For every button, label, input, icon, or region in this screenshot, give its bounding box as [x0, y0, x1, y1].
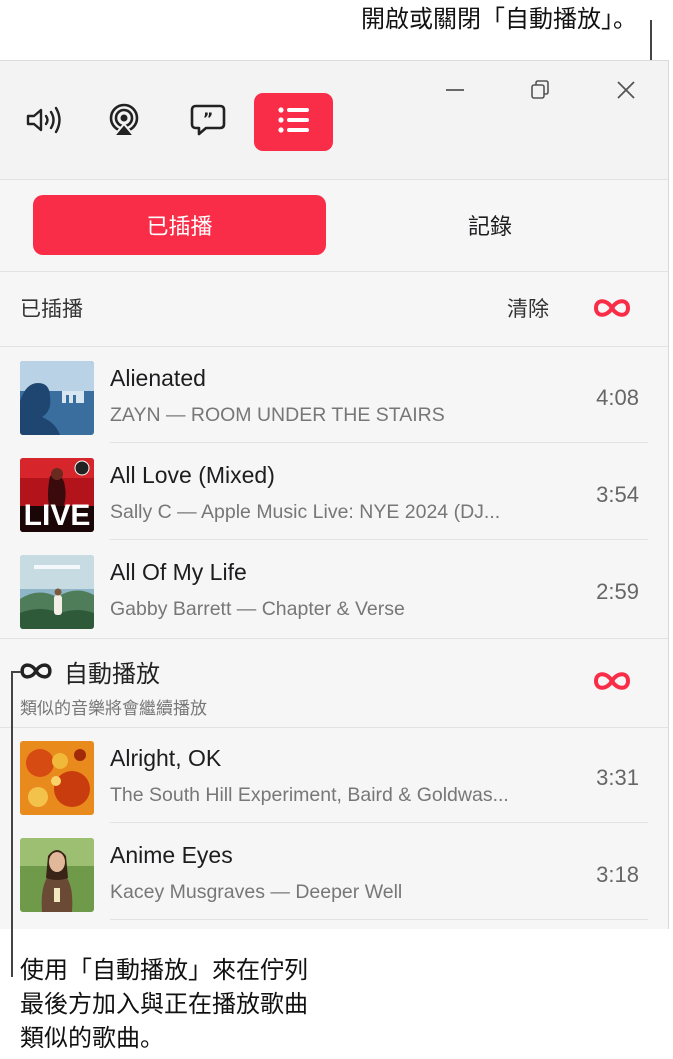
volume-button[interactable] — [14, 93, 74, 151]
airplay-button[interactable] — [94, 93, 154, 151]
tab-playing-next[interactable]: 已插播 — [33, 195, 326, 255]
infinity-icon — [592, 672, 632, 700]
album-art — [20, 741, 94, 815]
track-duration: 3:31 — [596, 765, 639, 790]
track-duration: 3:18 — [596, 862, 639, 887]
close-button[interactable] — [611, 77, 641, 107]
speaker-volume-icon — [24, 105, 64, 140]
track-title: Alienated — [110, 365, 206, 391]
divider — [110, 539, 648, 540]
playing-next-button[interactable] — [254, 93, 333, 151]
infinity-icon — [592, 299, 632, 327]
track-artist-album: The South Hill Experiment, Baird & Goldw… — [110, 784, 509, 806]
divider — [0, 271, 668, 272]
divider — [110, 442, 648, 443]
playing-next-list-icon — [276, 105, 312, 140]
track-artist-album: Kacey Musgraves — Deeper Well — [110, 881, 403, 903]
album-art — [20, 838, 94, 912]
minimize-icon — [444, 79, 466, 106]
lyrics-icon: ” — [190, 103, 226, 142]
lyrics-button[interactable]: ” — [178, 93, 238, 151]
callout-autoplay-toggle: 開啟或關閉「自動播放」。 — [361, 5, 637, 33]
track-duration: 2:59 — [596, 579, 639, 604]
list-item[interactable]: Alright, OK The South Hill Experiment, B… — [0, 727, 668, 823]
autoplay-subtitle: 類似的音樂將會繼續播放 — [20, 699, 207, 719]
divider — [0, 638, 668, 639]
callout-line-2: 最後方加入與正在播放歌曲 — [20, 990, 308, 1018]
list-item[interactable]: LIVE All Love (Mixed) Sally C — Apple Mu… — [0, 444, 668, 540]
infinity-icon — [18, 658, 54, 689]
list-item[interactable]: All Of My Life Gabby Barrett — Chapter &… — [0, 541, 668, 637]
callout-line — [11, 671, 13, 977]
section-title: 已插播 — [20, 297, 83, 321]
autoplay-toggle-button[interactable] — [592, 293, 632, 323]
album-art-live-text: LIVE — [23, 499, 91, 532]
track-duration: 3:54 — [596, 482, 639, 507]
album-art: LIVE — [20, 458, 94, 532]
airplay-icon — [106, 103, 142, 142]
track-artist-album: ZAYN — ROOM UNDER THE STAIRS — [110, 404, 445, 426]
callout-autoplay-description: 使用「自動播放」來在佇列 最後方加入與正在播放歌曲 類似的歌曲。 — [20, 953, 380, 1055]
autoplay-toggle-button[interactable] — [592, 666, 632, 696]
callout-line-1: 使用「自動播放」來在佇列 — [20, 956, 308, 984]
list-item[interactable]: Alienated ZAYN — ROOM UNDER THE STAIRS 4… — [0, 347, 668, 443]
clear-button[interactable]: 清除 — [507, 293, 549, 323]
list-item[interactable]: Anime Eyes Kacey Musgraves — Deeper Well… — [0, 824, 668, 920]
restore-icon — [529, 79, 551, 106]
album-art — [20, 361, 94, 435]
restore-button[interactable] — [525, 77, 555, 107]
track-artist-album: Gabby Barrett — Chapter & Verse — [110, 598, 405, 620]
track-title: All Love (Mixed) — [110, 462, 275, 488]
autoplay-title: 自動播放 — [64, 660, 160, 688]
svg-text:”: ” — [203, 109, 214, 128]
close-icon — [615, 79, 637, 106]
divider — [110, 822, 648, 823]
callout-line-3: 類似的歌曲。 — [20, 1024, 164, 1052]
track-title: Anime Eyes — [110, 842, 233, 868]
track-title: Alright, OK — [110, 745, 222, 771]
autoplay-section-header: 自動播放 類似的音樂將會繼續播放 — [0, 644, 668, 728]
minimize-button[interactable] — [440, 77, 470, 107]
toolbar: ” — [0, 61, 668, 180]
tab-history[interactable]: 記錄 — [340, 195, 640, 255]
track-artist-album: Sally C — Apple Music Live: NYE 2024 (DJ… — [110, 501, 501, 523]
callout-line — [11, 671, 21, 673]
album-art — [20, 555, 94, 629]
divider — [110, 919, 648, 920]
track-duration: 4:08 — [596, 385, 639, 410]
queue-window: ” 已插播 記錄 已插播 清除 Alienated ZAYN — ROOM UN… — [0, 60, 669, 929]
track-title: All Of My Life — [110, 559, 247, 585]
